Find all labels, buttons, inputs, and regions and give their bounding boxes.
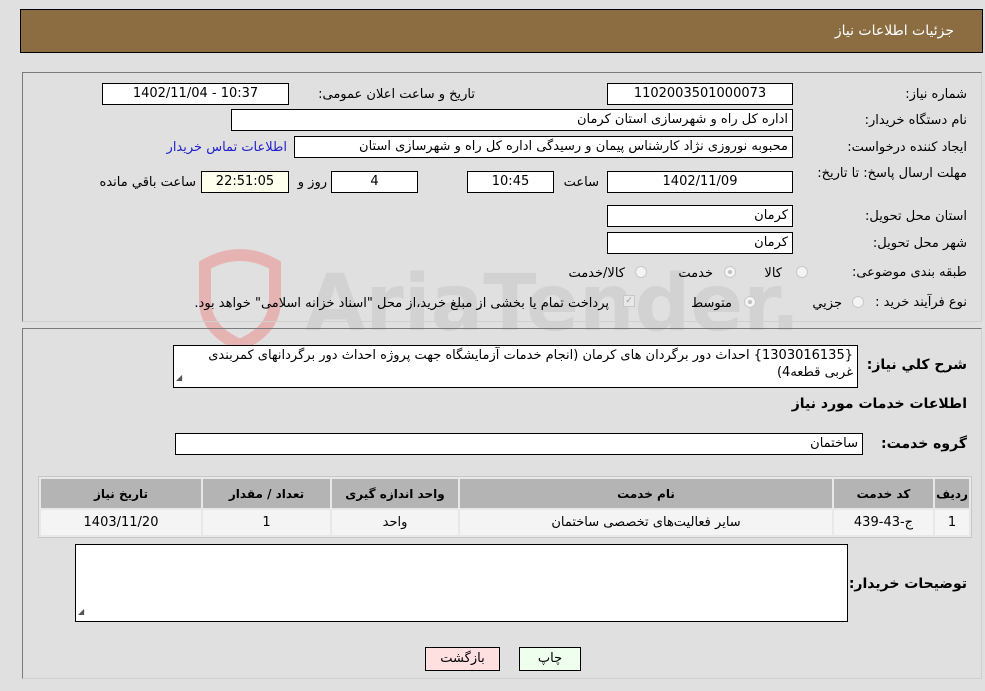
col-header-row-number: ردیف [935, 479, 969, 508]
services-heading: اطلاعات خدمات مورد نیاز [791, 396, 967, 412]
city-field: کرمان [607, 232, 793, 254]
remaining-time-label: ساعت باقي مانده [99, 175, 196, 190]
category-radio-service[interactable] [724, 266, 736, 278]
table-row: 1 ج-43-439 سایر فعالیت‌های تخصصی ساختمان… [41, 510, 969, 535]
days-remaining-field: 4 [331, 171, 418, 193]
province-field: کرمان [607, 205, 793, 227]
category-label: طبقه بندی موضوعی: [851, 265, 967, 280]
need-number-label: شماره نیاز: [905, 87, 967, 102]
table-header-row: ردیف کد خدمت نام خدمت واحد اندازه گیری ت… [41, 479, 969, 508]
process-radio-minor[interactable] [852, 296, 864, 308]
announce-label: تاریخ و ساعت اعلان عمومی: [318, 87, 475, 102]
category-option-service: خدمت [678, 266, 713, 281]
city-label: شهر محل تحویل: [872, 236, 967, 251]
resize-grip-icon[interactable]: ◢ [78, 603, 84, 620]
treasury-checkbox[interactable]: ✓ [623, 295, 635, 307]
process-type-label: نوع فرآیند خرید : [875, 295, 967, 310]
announce-datetime-field: 1402/11/04 - 10:37 [102, 83, 289, 105]
process-option-medium: متوسط [691, 296, 732, 311]
process-radio-medium[interactable] [744, 296, 756, 308]
cell-service-code: ج-43-439 [834, 510, 933, 535]
cell-unit: واحد [332, 510, 458, 535]
page-header: جزئیات اطلاعات نیاز [20, 9, 983, 53]
deadline-time-label: ساعت [563, 175, 599, 190]
buyer-notes-label: توضیحات خریدار: [848, 576, 967, 592]
deadline-time-field: 10:45 [467, 171, 554, 193]
description-text: {1303016135} احداث دور برگردان های کرمان… [208, 348, 853, 380]
buyer-org-label: نام دستگاه خریدار: [864, 113, 967, 128]
description-label: شرح کلي نیاز: [866, 357, 967, 373]
deadline-date-field: 1402/11/09 [607, 171, 793, 193]
col-header-service-name: نام خدمت [460, 479, 832, 508]
service-group-field: ساختمان [175, 433, 863, 455]
need-number-field: 1102003501000073 [607, 83, 793, 105]
buyer-org-field: اداره کل راه و شهرسازی استان کرمان [231, 109, 793, 131]
creator-label: ایجاد کننده درخواست: [847, 140, 967, 155]
creator-field: محبوبه نوروزی نژاد کارشناس پیمان و رسیدگ… [294, 136, 793, 158]
cell-need-date: 1403/11/20 [41, 510, 201, 535]
cell-service-name: سایر فعالیت‌های تخصصی ساختمان [460, 510, 832, 535]
category-radio-goods[interactable] [796, 266, 808, 278]
cell-row-number: 1 [935, 510, 969, 535]
description-textarea[interactable]: {1303016135} احداث دور برگردان های کرمان… [173, 345, 858, 388]
col-header-service-code: کد خدمت [834, 479, 933, 508]
col-header-need-date: تاریخ نیاز [41, 479, 201, 508]
col-header-quantity: تعداد / مقدار [203, 479, 330, 508]
process-option-minor: جزيي [812, 296, 842, 311]
cell-quantity: 1 [203, 510, 330, 535]
category-radio-goods-service[interactable] [635, 266, 647, 278]
days-label: روز و [297, 175, 327, 190]
category-option-goods-service: کالا/خدمت [568, 266, 625, 281]
services-table: ردیف کد خدمت نام خدمت واحد اندازه گیری ت… [38, 476, 972, 538]
treasury-note: پرداخت تمام یا بخشی از مبلغ خرید،از محل … [194, 296, 609, 311]
buyer-notes-textarea[interactable]: ◢ [75, 544, 848, 622]
service-group-label: گروه خدمت: [881, 436, 967, 452]
page-title: جزئیات اطلاعات نیاز [834, 23, 954, 39]
print-button[interactable]: چاپ [519, 647, 581, 671]
remaining-time-field: 22:51:05 [201, 171, 289, 193]
resize-grip-icon[interactable]: ◢ [176, 369, 182, 386]
province-label: استان محل تحویل: [865, 209, 967, 224]
deadline-label: مهلت ارسال پاسخ: تا تاریخ: [817, 166, 967, 181]
buyer-contact-link[interactable]: اطلاعات تماس خریدار [167, 140, 287, 155]
col-header-unit: واحد اندازه گیری [332, 479, 458, 508]
back-button[interactable]: بازگشت [425, 647, 500, 671]
category-option-goods: کالا [764, 266, 782, 281]
